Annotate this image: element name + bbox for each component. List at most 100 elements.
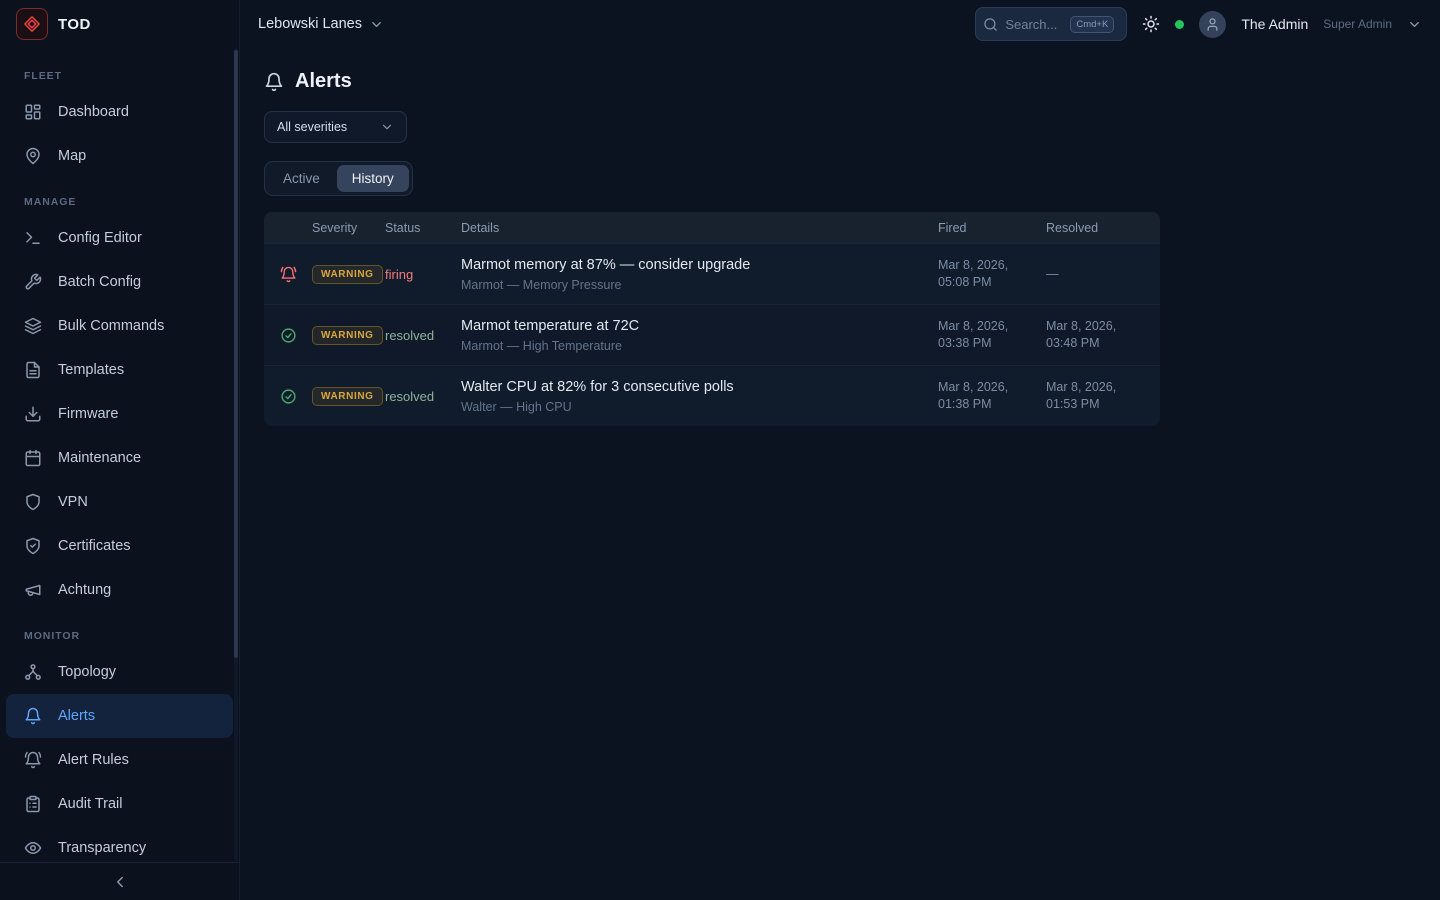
search-input[interactable]: [1005, 17, 1063, 32]
column-header: Details: [461, 221, 938, 235]
check-circle-icon: [280, 388, 297, 405]
chevron-down-icon: [369, 17, 384, 32]
terminal-icon: [24, 229, 42, 247]
chevron-down-icon[interactable]: [1407, 17, 1422, 32]
sidebar-scrollbar-thumb[interactable]: [234, 50, 238, 658]
search-box[interactable]: Cmd+K: [975, 7, 1127, 41]
sidebar-item-label: Dashboard: [58, 104, 129, 120]
alert-subtitle: Marmot — High Temperature: [461, 339, 922, 353]
sidebar-item-label: Certificates: [58, 538, 131, 554]
sidebar-item-alert-rules[interactable]: Alert Rules: [6, 738, 233, 782]
status-text: resolved: [385, 328, 461, 343]
org-name: Lebowski Lanes: [258, 16, 362, 32]
bell-ring-icon: [280, 266, 297, 283]
column-header: Severity: [312, 221, 385, 235]
sidebar-item-map[interactable]: Map: [6, 134, 233, 178]
user-name: The Admin: [1241, 16, 1308, 32]
nav-section-label: MANAGE: [0, 178, 239, 216]
alert-title: Walter CPU at 82% for 3 consecutive poll…: [461, 379, 922, 395]
status-text: resolved: [385, 389, 461, 404]
fired-time: Mar 8, 2026, 05:08 PM: [938, 257, 1046, 291]
bell-icon: [264, 72, 284, 92]
page-content: Alerts All severities Active History Sev…: [240, 48, 1440, 448]
sidebar-item-dashboard[interactable]: Dashboard: [6, 90, 233, 134]
page-title: Alerts: [295, 70, 352, 93]
brand: TOD: [0, 0, 239, 48]
sidebar-item-transparency[interactable]: Transparency: [6, 826, 233, 862]
severity-badge: WARNING: [312, 387, 383, 406]
brand-logo: [16, 8, 48, 40]
brand-name: TOD: [58, 16, 91, 33]
search-icon: [983, 17, 998, 32]
check-circle-icon: [280, 327, 297, 344]
clipboard-list-icon: [24, 795, 42, 813]
resolved-time: Mar 8, 2026, 03:48 PM: [1046, 318, 1160, 352]
file-text-icon: [24, 361, 42, 379]
sidebar-item-certificates[interactable]: Certificates: [6, 524, 233, 568]
severity-filter-value: All severities: [277, 120, 347, 134]
sidebar-item-maintenance[interactable]: Maintenance: [6, 436, 233, 480]
sidebar-item-label: Alerts: [58, 708, 95, 724]
sidebar-item-achtung[interactable]: Achtung: [6, 568, 233, 612]
table-header: SeverityStatusDetailsFiredResolved: [264, 212, 1160, 243]
org-switcher[interactable]: Lebowski Lanes: [258, 16, 384, 32]
sidebar-item-topology[interactable]: Topology: [6, 650, 233, 694]
alert-title: Marmot temperature at 72C: [461, 318, 922, 334]
user-icon: [1205, 17, 1220, 32]
status-dot: [1175, 20, 1184, 29]
sidebar-item-bulk-commands[interactable]: Bulk Commands: [6, 304, 233, 348]
chevron-down-icon: [380, 120, 394, 134]
column-header: Fired: [938, 221, 1046, 235]
eye-icon: [24, 839, 42, 857]
layout-dashboard-icon: [24, 103, 42, 121]
sidebar-scrollbar[interactable]: [234, 48, 238, 861]
avatar[interactable]: [1199, 11, 1226, 38]
tab-history[interactable]: History: [337, 165, 409, 192]
alert-row[interactable]: WARNINGfiringMarmot memory at 87% — cons…: [264, 243, 1160, 304]
topbar-right: Cmd+K The Admin Super Admin: [975, 7, 1422, 41]
chevron-left-icon[interactable]: [111, 873, 129, 891]
user-role: Super Admin: [1323, 17, 1392, 31]
alert-row[interactable]: WARNINGresolvedMarmot temperature at 72C…: [264, 304, 1160, 365]
map-pin-icon: [24, 147, 42, 165]
main-area: Lebowski Lanes Cmd+K The Admin Super Adm…: [240, 0, 1440, 900]
sidebar-item-label: Audit Trail: [58, 796, 122, 812]
sidebar-nav: FLEETDashboardMapMANAGEConfig EditorBatc…: [0, 48, 239, 862]
sidebar-item-label: Map: [58, 148, 86, 164]
sidebar-item-label: Templates: [58, 362, 124, 378]
sidebar-item-firmware[interactable]: Firmware: [6, 392, 233, 436]
sidebar-item-label: Maintenance: [58, 450, 141, 466]
sidebar-item-label: Bulk Commands: [58, 318, 164, 334]
search-shortcut-badge: Cmd+K: [1070, 16, 1114, 33]
sidebar-item-audit-trail[interactable]: Audit Trail: [6, 782, 233, 826]
sidebar-item-label: VPN: [58, 494, 88, 510]
alert-subtitle: Walter — High CPU: [461, 400, 922, 414]
shield-icon: [24, 493, 42, 511]
sidebar-item-label: Firmware: [58, 406, 118, 422]
gem-icon: [23, 15, 41, 33]
severity-filter-select[interactable]: All severities: [264, 111, 407, 143]
sidebar-item-vpn[interactable]: VPN: [6, 480, 233, 524]
tabs: Active History: [264, 161, 413, 196]
alert-row[interactable]: WARNINGresolvedWalter CPU at 82% for 3 c…: [264, 365, 1160, 426]
sidebar-item-label: Batch Config: [58, 274, 141, 290]
sidebar-item-config-editor[interactable]: Config Editor: [6, 216, 233, 260]
alert-subtitle: Marmot — Memory Pressure: [461, 278, 922, 292]
sidebar-item-templates[interactable]: Templates: [6, 348, 233, 392]
sidebar-item-label: Topology: [58, 664, 116, 680]
calendar-icon: [24, 449, 42, 467]
topbar: Lebowski Lanes Cmd+K The Admin Super Adm…: [240, 0, 1440, 48]
tab-active[interactable]: Active: [268, 165, 335, 192]
alerts-table: SeverityStatusDetailsFiredResolved WARNI…: [264, 212, 1160, 426]
sidebar: TOD FLEETDashboardMapMANAGEConfig Editor…: [0, 0, 240, 900]
shield-check-icon: [24, 537, 42, 555]
sidebar-item-alerts[interactable]: Alerts: [6, 694, 233, 738]
sidebar-item-batch-config[interactable]: Batch Config: [6, 260, 233, 304]
table-body: WARNINGfiringMarmot memory at 87% — cons…: [264, 243, 1160, 426]
resolved-time: Mar 8, 2026, 01:53 PM: [1046, 379, 1160, 413]
column-header: Resolved: [1046, 221, 1160, 235]
sidebar-item-label: Alert Rules: [58, 752, 129, 768]
wrench-icon: [24, 273, 42, 291]
sidebar-item-label: Config Editor: [58, 230, 142, 246]
sun-icon[interactable]: [1142, 15, 1160, 33]
